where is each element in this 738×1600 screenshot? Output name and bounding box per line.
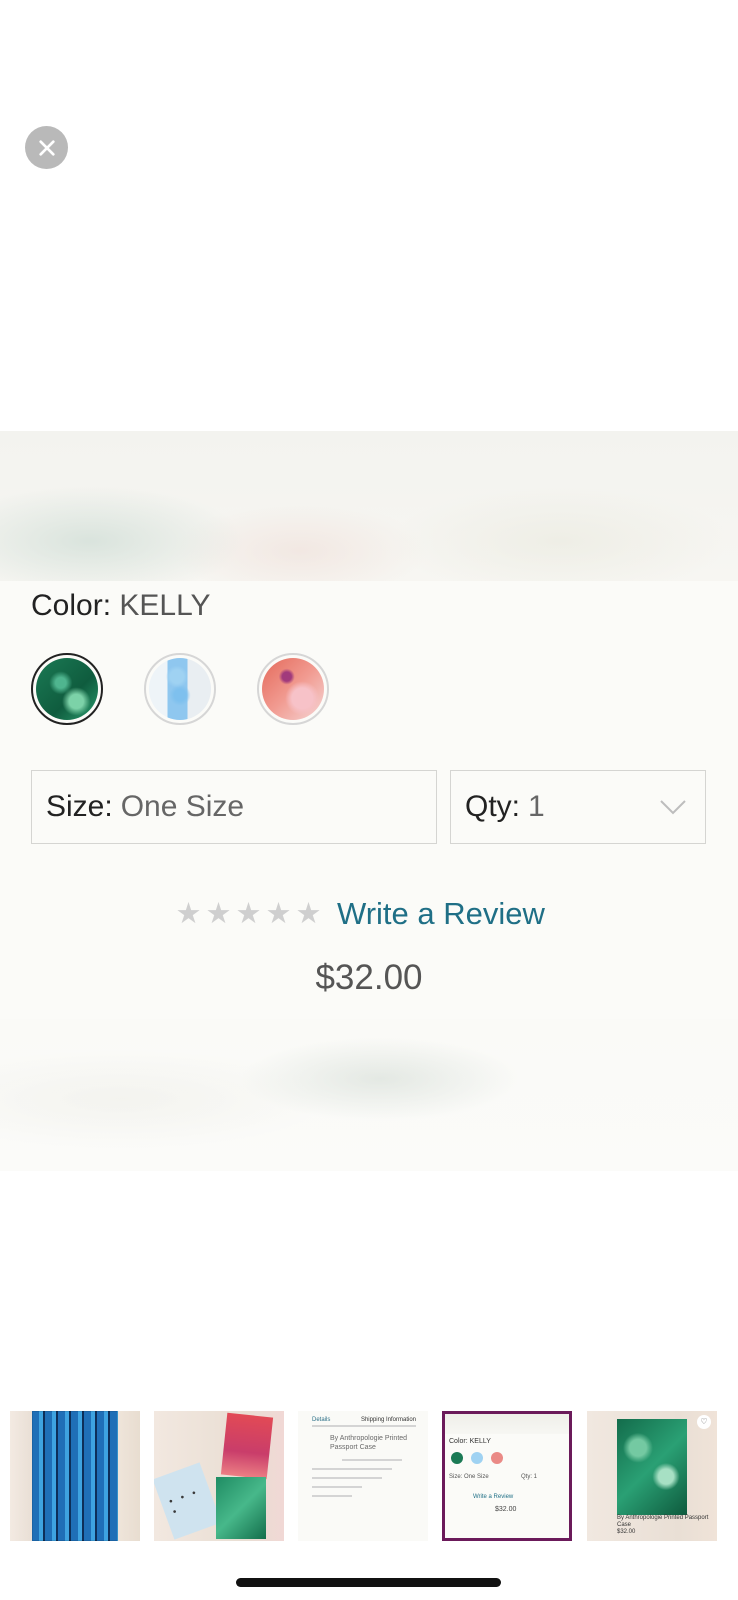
swatch-kelly[interactable] (31, 653, 103, 725)
color-label-value: KELLY (119, 589, 211, 622)
swatch-pink-image (262, 658, 324, 720)
mini-swatch-blue (471, 1452, 483, 1464)
star-icon: ★ (265, 898, 292, 930)
color-label: Color: KELLY (31, 589, 211, 623)
thumbnail-1-image (32, 1411, 118, 1541)
mini-qty: Qty: 1 (521, 1474, 538, 1480)
swatch-kelly-image (36, 658, 98, 720)
size-label: Size: (46, 790, 113, 823)
mini-size: Size: One Size (449, 1474, 489, 1480)
qty-label: Qty: (465, 790, 521, 823)
mini-color-label: Color: KELLY (449, 1438, 491, 1445)
thumbnail-2-case-blue (154, 1462, 222, 1540)
heart-icon: ♡ (697, 1415, 711, 1429)
thumbnail-strip: Details Shipping Information By Anthropo… (0, 1411, 738, 1541)
image-blur-top (0, 431, 738, 581)
thumbnail-3[interactable]: Details Shipping Information By Anthropo… (298, 1411, 428, 1541)
thumbnail-1[interactable] (10, 1411, 140, 1541)
write-review-link[interactable]: Write a Review (337, 896, 545, 932)
thumbnail-4[interactable]: Color: KELLY Size: One Size Qty: 1 Write… (442, 1411, 572, 1541)
star-icon: ★ (235, 898, 262, 930)
doc-title: By Anthropologie Printed Passport Case (330, 1435, 408, 1451)
thumbnail-2[interactable] (154, 1411, 284, 1541)
size-selector[interactable]: Size: One Size (31, 770, 437, 844)
thumbnail-5[interactable]: ♡ By Anthropologie Printed Passport Case… (587, 1411, 717, 1541)
size-value: One Size (120, 790, 245, 823)
close-icon (38, 139, 55, 156)
star-icon: ★ (295, 898, 322, 930)
home-indicator[interactable] (236, 1578, 501, 1587)
thumbnail-2-case-pink (220, 1412, 274, 1480)
thumbnail-5-image (617, 1419, 687, 1515)
rating-stars[interactable]: ★ ★ ★ ★ ★ (175, 898, 322, 930)
mini-review: Write a Review (473, 1494, 514, 1500)
swatch-blue-image (149, 658, 211, 720)
doc-tab-shipping: Shipping Information (360, 1417, 416, 1423)
qty-selector[interactable]: Qty: 1 (450, 770, 706, 844)
star-icon: ★ (205, 898, 232, 930)
chevron-down-icon (660, 800, 686, 815)
star-icon: ★ (175, 898, 202, 930)
thumbnail-2-case-green (216, 1477, 266, 1539)
mini-swatch-kelly (451, 1452, 463, 1464)
thumbnail-4-blur (445, 1414, 569, 1434)
close-button[interactable] (25, 126, 68, 169)
color-label-key: Color: (31, 589, 112, 622)
doc-tab-details: Details (312, 1417, 331, 1423)
thumbnail-5-price: $32.00 (617, 1529, 636, 1535)
mini-price: $32.00 (495, 1506, 517, 1513)
swatch-pink[interactable] (257, 653, 329, 725)
thumbnail-3-doc: Details Shipping Information By Anthropo… (312, 1417, 416, 1504)
swatch-blue[interactable] (144, 653, 216, 725)
mini-swatch-pink (491, 1452, 503, 1464)
thumbnail-5-title: By Anthropologie Printed Passport Case (617, 1515, 709, 1528)
price: $32.00 (315, 958, 423, 997)
thumbnail-5-caption: By Anthropologie Printed Passport Case $… (617, 1515, 717, 1536)
qty-value: 1 (528, 790, 545, 823)
image-blur-bottom (0, 1019, 738, 1171)
